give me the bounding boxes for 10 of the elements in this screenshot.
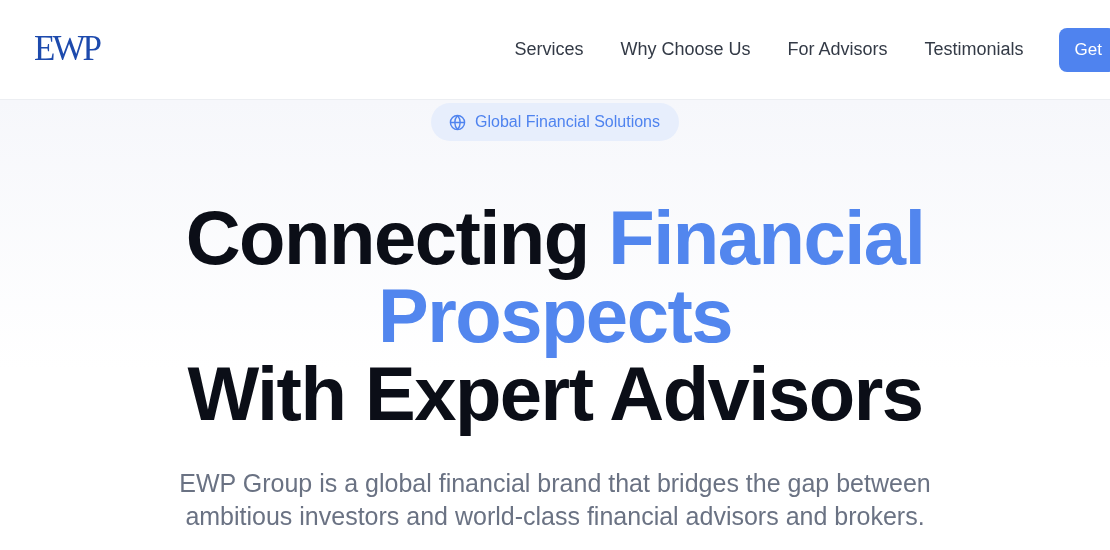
subtitle: EWP Group is a global financial brand that bridges the gap between ambitious investors and world-class financial advisors and brokers. <box>178 468 932 532</box>
headline-text: Financial <box>608 195 925 280</box>
nav-link[interactable]: For Advisors <box>787 39 888 60</box>
globe-icon <box>449 113 466 131</box>
badge-label: Global Financial Solutions <box>475 113 660 131</box>
nav-link[interactable]: Why Choose Us <box>620 39 751 60</box>
nav-link[interactable]: Testimonials <box>924 39 1024 60</box>
get-button[interactable]: Get <box>1058 27 1110 72</box>
nav-link[interactable]: Services <box>514 39 584 60</box>
logo[interactable]: EWP <box>34 28 99 69</box>
